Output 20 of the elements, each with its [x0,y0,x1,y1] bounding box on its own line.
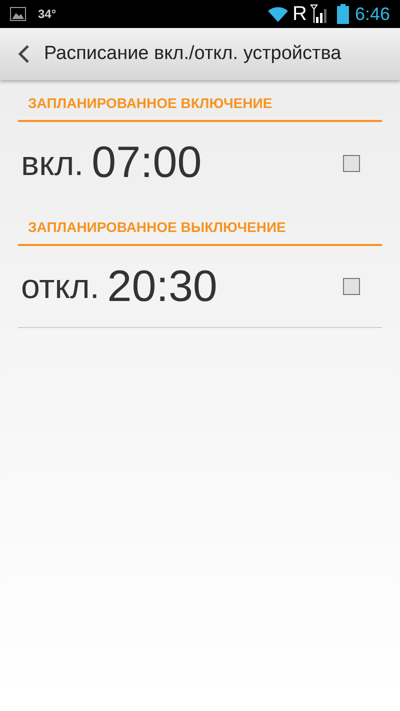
schedule-row[interactable]: вкл. 07:00 [18,122,382,204]
wifi-icon [266,5,288,23]
clock-text: 6:46 [354,2,390,26]
schedule-row[interactable]: откл. 20:30 [18,246,382,328]
temperature-text: 34° [38,6,56,23]
row-time: 07:00 [92,137,202,189]
signal-icon [310,4,328,24]
back-icon [18,44,30,64]
row-label: вкл. [21,144,84,184]
section-header: ЗАПЛАНИРОВАННОЕ ВКЛЮЧЕНИЕ [28,95,272,111]
screen-title: Расписание вкл./откл. устройства [44,42,342,66]
picture-icon [10,7,26,21]
battery-icon [336,4,349,24]
checkbox[interactable] [343,278,360,295]
back-button[interactable] [18,44,30,64]
row-label: откл. [21,267,100,308]
roaming-text: R [292,4,307,24]
row-time: 20:30 [107,260,218,312]
section-header: ЗАПЛАНИРОВАННОЕ ВЫКЛЮЧЕНИЕ [28,219,286,235]
checkbox[interactable] [343,154,360,172]
